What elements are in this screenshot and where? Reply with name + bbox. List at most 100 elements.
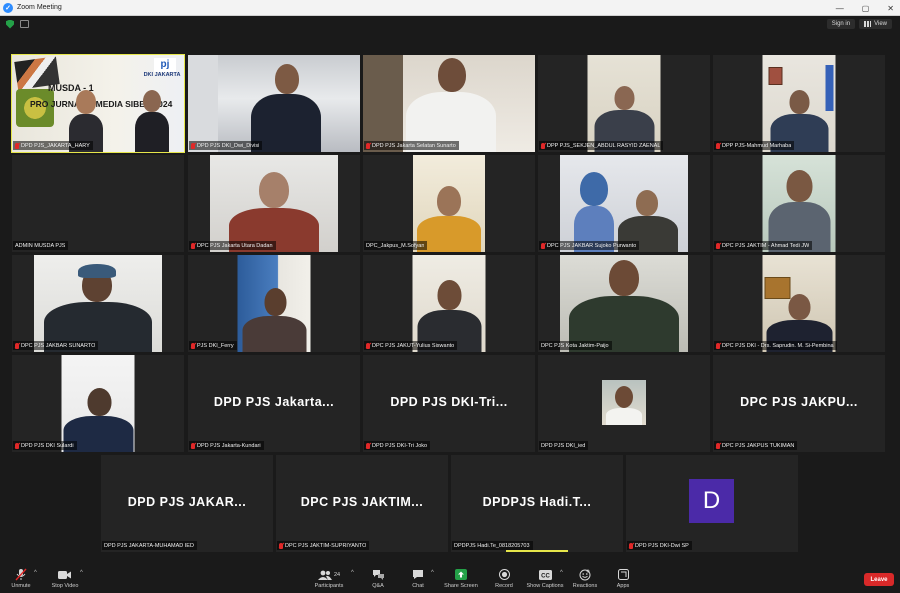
participant-video: pj DKI JAKARTA MUSDA - 1 PRO JURNALIS ME… bbox=[12, 55, 184, 152]
mic-muted-icon bbox=[191, 442, 195, 449]
participant-video bbox=[560, 155, 688, 252]
participant-nameplate: DPC PJS JAKTIM - Ahmad Tedi JW bbox=[714, 241, 813, 250]
participant-tile[interactable]: DPC_Jakpus_M.Sofyan bbox=[363, 155, 535, 252]
participant-nameplate: DPD PJS Jakarta Selatan Sunarto bbox=[364, 141, 459, 150]
participants-count: 24 bbox=[333, 571, 341, 578]
participant-tile[interactable]: pj DKI JAKARTA MUSDA - 1 PRO JURNALIS ME… bbox=[11, 54, 185, 153]
sign-in-button[interactable]: Sign in bbox=[826, 19, 856, 29]
participant-tile[interactable]: DPP PJS_SEKJEN_ABDUL RASYID ZAENAL bbox=[538, 55, 710, 152]
view-button[interactable]: View bbox=[859, 19, 892, 29]
mic-muted-icon bbox=[716, 242, 720, 249]
participant-name: DPC_Jakpus_M.Sofyan bbox=[366, 242, 425, 249]
participant-tile[interactable]: DPC PJS JAKTIM... DPC PJS JAKTIM-SUPRIYA… bbox=[276, 455, 448, 552]
maximize-button[interactable]: ▢ bbox=[862, 4, 870, 13]
participant-name: DPD PJS_JAKARTA_HARY bbox=[21, 142, 90, 149]
participant-nameplate: DPC PJS JAKTIM-SUPRIYANTO bbox=[277, 541, 370, 550]
participant-tile[interactable]: DPC PJS JAKTIM - Ahmad Tedi JW bbox=[713, 155, 885, 252]
security-shield-icon[interactable] bbox=[6, 19, 14, 29]
participant-tile[interactable]: DPD PJS DKI Sulardi bbox=[12, 355, 184, 452]
participant-tile[interactable]: ADMIN MUSDA PJS bbox=[12, 155, 184, 252]
show-captions-label: Show Captions bbox=[526, 583, 564, 589]
apps-button[interactable]: Apps bbox=[598, 568, 648, 589]
mic-muted-icon bbox=[716, 442, 720, 449]
video-options-caret-icon[interactable]: ^ bbox=[80, 570, 83, 576]
mic-muted-icon bbox=[15, 342, 19, 349]
minimize-button[interactable]: — bbox=[836, 4, 844, 13]
participant-name: DPP PJS-Mahmud Marhaba bbox=[722, 142, 792, 149]
zoom-app-icon: ✓ bbox=[3, 2, 13, 13]
apps-icon bbox=[617, 568, 629, 581]
banner-logo: DKI JAKARTA bbox=[143, 72, 181, 78]
participant-tile[interactable]: PJS DKI_Ferry bbox=[188, 255, 360, 352]
participant-name: DPD PJS DKI_ied bbox=[541, 442, 586, 449]
audio-options-caret-icon[interactable]: ^ bbox=[34, 570, 37, 576]
mic-muted-icon bbox=[366, 442, 370, 449]
participant-video bbox=[363, 55, 535, 152]
participant-nameplate: DPDPJS Hadi.Te_0818205703 bbox=[452, 541, 533, 550]
participant-name: DPD PJS DKI Sulardi bbox=[21, 442, 74, 449]
participant-nameplate: DPP PJS-Mahmud Marhaba bbox=[714, 141, 795, 150]
participants-icon: 24 bbox=[317, 568, 341, 581]
participant-tile[interactable]: DPC PJS Jakarta Utara Dadan bbox=[188, 155, 360, 252]
record-icon bbox=[498, 568, 510, 581]
mic-muted-icon bbox=[191, 342, 195, 349]
participant-display-name: DPDPJS Hadi.T... bbox=[482, 495, 592, 509]
participant-name: DPC PJS JAKPUS TUKIMAN bbox=[722, 442, 795, 449]
participants-label: Participants bbox=[314, 583, 344, 589]
grid-view-icon bbox=[864, 21, 872, 27]
apps-label: Apps bbox=[616, 583, 630, 589]
mic-muted-icon bbox=[629, 542, 633, 549]
mic-muted-icon bbox=[15, 142, 19, 149]
chat-options-caret-icon[interactable]: ^ bbox=[431, 570, 434, 576]
participant-name: DPC PJS JAKBAR SUNARTO bbox=[21, 342, 96, 349]
participant-nameplate: DPC PJS JAKPUS TUKIMAN bbox=[714, 441, 798, 450]
participant-video bbox=[237, 255, 311, 352]
mic-muted-icon bbox=[716, 342, 720, 349]
participant-tile[interactable]: DPD PJS DKI_ied bbox=[538, 355, 710, 452]
mic-muted-icon bbox=[541, 142, 545, 149]
view-label: View bbox=[874, 21, 887, 27]
participant-name: DPC PJS JAKUT-Yulius Siswanto bbox=[372, 342, 455, 349]
participant-tile[interactable]: DPC PJS JAKBAR Sujoko Purwanto bbox=[538, 155, 710, 252]
participant-name: ADMIN MUSDA PJS bbox=[15, 242, 66, 249]
participant-tile[interactable]: DPC PJS JAKUT-Yulius Siswanto bbox=[363, 255, 535, 352]
participant-nameplate: DPC PJS Kota Jaktim-Paijo bbox=[539, 341, 612, 350]
mic-muted-icon bbox=[191, 142, 195, 149]
participant-tile[interactable]: DPC PJS DKI - Drs. Saprudin. M. Si-Pembi… bbox=[713, 255, 885, 352]
video-camera-icon bbox=[58, 568, 72, 581]
participant-video bbox=[61, 355, 135, 452]
participant-tile[interactable]: DPC PJS JAKPU... DPC PJS JAKPUS TUKIMAN bbox=[713, 355, 885, 452]
reactions-smiley-icon bbox=[579, 568, 591, 581]
mic-muted-icon bbox=[541, 242, 545, 249]
participant-tile[interactable]: DPC PJS JAKBAR SUNARTO bbox=[12, 255, 184, 352]
participant-nameplate: PJS DKI_Ferry bbox=[189, 341, 237, 350]
pjs-logo-icon: pj bbox=[154, 58, 176, 72]
participant-tile[interactable]: DPD PJS Jakarta Selatan Sunarto bbox=[363, 55, 535, 152]
participant-name: DPD PJS Jakarta-Kundari bbox=[197, 442, 261, 449]
participant-tile[interactable]: D DPD PJS DKI-Dwi SP bbox=[626, 455, 798, 552]
participant-name: DPC PJS Jakarta Utara Dadan bbox=[197, 242, 273, 249]
participant-name: DPDPJS Hadi.Te_0818205703 bbox=[454, 542, 530, 549]
participant-tile[interactable]: DPP PJS-Mahmud Marhaba bbox=[713, 55, 885, 152]
participant-video bbox=[587, 55, 661, 152]
participant-tile[interactable]: DPD PJS JAKAR... DPD PJS JAKARTA-MUHAMAD… bbox=[101, 455, 273, 552]
mic-muted-icon bbox=[191, 242, 195, 249]
mic-muted-icon bbox=[716, 142, 720, 149]
participant-tile[interactable]: DPD PJS DKI_Dwi_Divisi bbox=[188, 55, 360, 152]
participant-tile[interactable]: DPD PJS Jakarta... DPD PJS Jakarta-Kunda… bbox=[188, 355, 360, 452]
participant-tile[interactable]: DPC PJS Kota Jaktim-Paijo bbox=[538, 255, 710, 352]
share-screen-icon bbox=[455, 568, 467, 581]
mic-muted-icon bbox=[279, 542, 283, 549]
participant-display-name: DPD PJS JAKAR... bbox=[127, 495, 247, 509]
participant-video bbox=[188, 55, 360, 152]
close-button[interactable]: ✕ bbox=[887, 4, 894, 13]
meeting-info-icon[interactable] bbox=[20, 20, 29, 28]
participant-name: DPD PJS JAKARTA-MUHAMAD IED bbox=[104, 542, 194, 549]
participant-nameplate: DPD PJS Jakarta-Kundari bbox=[189, 441, 264, 450]
participant-tile[interactable]: DPDPJS Hadi.T... DPDPJS Hadi.Te_08182057… bbox=[451, 455, 623, 552]
participant-nameplate: ADMIN MUSDA PJS bbox=[13, 241, 69, 250]
participant-tile[interactable]: DPD PJS DKI-Tri... DPD PJS DKI-Tri Joko bbox=[363, 355, 535, 452]
leave-button[interactable]: Leave bbox=[864, 573, 894, 586]
participant-nameplate: DPC PJS JAKBAR Sujoko Purwanto bbox=[539, 241, 640, 250]
participants-button[interactable]: 24 Participants bbox=[304, 568, 354, 589]
